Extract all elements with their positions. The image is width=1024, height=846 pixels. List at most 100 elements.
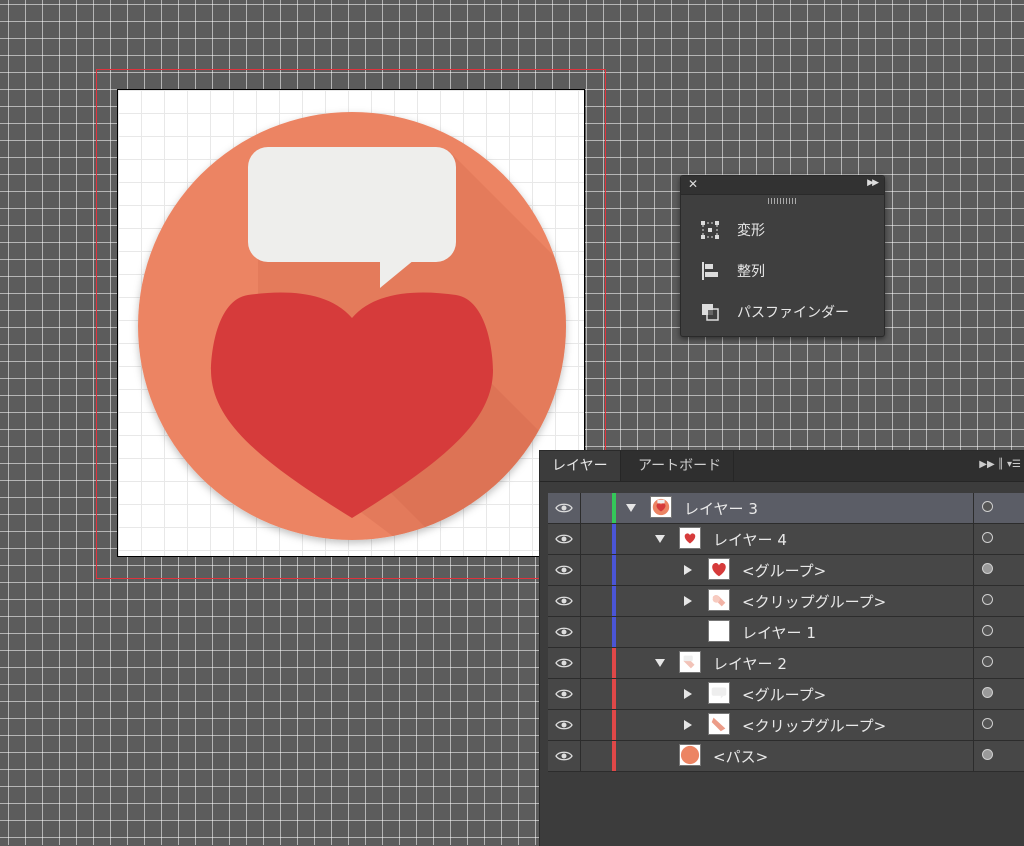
- layer-thumbnail: [708, 682, 730, 704]
- icon-artwork[interactable]: [118, 90, 585, 557]
- lock-toggle[interactable]: [581, 586, 614, 616]
- layer-name[interactable]: <グループ>: [742, 560, 826, 581]
- target-toggle[interactable]: [973, 648, 1024, 678]
- eye-icon: [555, 720, 573, 730]
- layer-color-bar: [612, 679, 616, 709]
- visibility-toggle[interactable]: [548, 586, 581, 616]
- layer-row[interactable]: レイヤー 3: [548, 493, 1024, 524]
- layer-name[interactable]: レイヤー 3: [684, 498, 758, 519]
- visibility-toggle[interactable]: [548, 679, 581, 709]
- lock-toggle[interactable]: [581, 524, 614, 554]
- expand-triangle-icon[interactable]: [684, 720, 692, 730]
- layer-color-bar: [612, 710, 616, 740]
- target-circle-icon: [982, 625, 993, 636]
- layer-row[interactable]: レイヤー 1: [548, 617, 1024, 648]
- layer-thumbnail: [708, 589, 730, 611]
- expand-triangle-icon[interactable]: [684, 596, 692, 606]
- layer-thumbnail: [708, 713, 730, 735]
- lock-toggle[interactable]: [581, 679, 614, 709]
- panel-menu-icon[interactable]: ▶▶ ║ ▾☰: [979, 459, 1021, 470]
- visibility-toggle[interactable]: [548, 493, 581, 523]
- layers-panel[interactable]: レイヤー アートボード ▶▶ ║ ▾☰ レイヤー 3 レイヤー 4 <グループ>…: [539, 450, 1024, 846]
- layer-name[interactable]: <クリップグループ>: [742, 715, 886, 736]
- collapse-triangle-icon[interactable]: [626, 504, 636, 512]
- tab-artboards[interactable]: アートボード: [626, 451, 735, 481]
- layer-thumbnail: [679, 744, 701, 766]
- target-toggle[interactable]: [973, 679, 1024, 709]
- target-toggle[interactable]: [973, 493, 1024, 523]
- layer-thumbnail: [708, 558, 730, 580]
- target-toggle[interactable]: [973, 617, 1024, 647]
- target-circle-icon: [982, 501, 993, 512]
- eye-icon: [555, 534, 573, 544]
- align-button[interactable]: 整列: [699, 258, 765, 284]
- layer-color-bar: [612, 555, 616, 585]
- target-circle-icon: [982, 532, 993, 543]
- layer-name[interactable]: <パス>: [713, 746, 768, 767]
- close-icon[interactable]: ✕: [688, 177, 698, 191]
- visibility-toggle[interactable]: [548, 741, 581, 771]
- visibility-toggle[interactable]: [548, 524, 581, 554]
- layer-row[interactable]: <パス>: [548, 741, 1024, 772]
- expand-triangle-icon[interactable]: [684, 689, 692, 699]
- tab-layers[interactable]: レイヤー: [540, 451, 621, 481]
- target-toggle[interactable]: [973, 741, 1024, 771]
- layer-name[interactable]: <クリップグループ>: [742, 591, 886, 612]
- expand-icon[interactable]: ▶▶: [867, 178, 879, 188]
- visibility-toggle[interactable]: [548, 710, 581, 740]
- target-toggle[interactable]: [973, 555, 1024, 585]
- eye-icon: [555, 689, 573, 699]
- target-circle-icon: [982, 718, 993, 729]
- visibility-toggle[interactable]: [548, 555, 581, 585]
- align-icon: [702, 262, 718, 280]
- target-circle-icon: [982, 594, 993, 605]
- target-circle-icon: [982, 687, 993, 698]
- layer-name[interactable]: レイヤー 4: [713, 529, 787, 550]
- transform-button[interactable]: 変形: [699, 217, 765, 243]
- layer-thumbnail: [708, 620, 730, 642]
- pathfinder-icon: [702, 304, 719, 321]
- transform-label: 変形: [737, 223, 765, 239]
- layer-row[interactable]: <グループ>: [548, 679, 1024, 710]
- layer-color-bar: [612, 586, 616, 616]
- target-circle-icon: [982, 749, 993, 760]
- mini-panel[interactable]: ✕ ▶▶ 変形 整列 パスファインダー: [680, 175, 885, 337]
- layers-panel-tabs: レイヤー アートボード ▶▶ ║ ▾☰: [540, 451, 1024, 482]
- layer-color-bar: [612, 617, 616, 647]
- target-toggle[interactable]: [973, 524, 1024, 554]
- layer-color-bar: [612, 493, 616, 523]
- grip-handle[interactable]: [767, 198, 798, 204]
- layer-thumbnail: [679, 651, 701, 673]
- layer-row[interactable]: <クリップグループ>: [548, 586, 1024, 617]
- layer-thumbnail: [679, 527, 701, 549]
- lock-toggle[interactable]: [581, 555, 614, 585]
- eye-icon: [555, 503, 573, 513]
- visibility-toggle[interactable]: [548, 648, 581, 678]
- eye-icon: [555, 658, 573, 668]
- transform-icon: [701, 221, 719, 239]
- lock-toggle[interactable]: [581, 493, 614, 523]
- collapse-triangle-icon[interactable]: [655, 535, 665, 543]
- layer-row[interactable]: <クリップグループ>: [548, 710, 1024, 741]
- lock-toggle[interactable]: [581, 617, 614, 647]
- layer-row[interactable]: <グループ>: [548, 555, 1024, 586]
- layer-row[interactable]: レイヤー 4: [548, 524, 1024, 555]
- lock-toggle[interactable]: [581, 648, 614, 678]
- artboard[interactable]: [117, 89, 585, 557]
- visibility-toggle[interactable]: [548, 617, 581, 647]
- pathfinder-button[interactable]: パスファインダー: [699, 299, 849, 325]
- layer-name[interactable]: <グループ>: [742, 684, 826, 705]
- align-label: 整列: [737, 264, 765, 280]
- collapse-triangle-icon[interactable]: [655, 659, 665, 667]
- target-toggle[interactable]: [973, 586, 1024, 616]
- expand-triangle-icon[interactable]: [684, 565, 692, 575]
- layer-name[interactable]: レイヤー 1: [742, 622, 816, 643]
- layer-name[interactable]: レイヤー 2: [713, 653, 787, 674]
- target-toggle[interactable]: [973, 710, 1024, 740]
- lock-toggle[interactable]: [581, 741, 614, 771]
- layer-row[interactable]: レイヤー 2: [548, 648, 1024, 679]
- pathfinder-label: パスファインダー: [737, 305, 849, 321]
- lock-toggle[interactable]: [581, 710, 614, 740]
- mini-panel-titlebar[interactable]: ✕ ▶▶: [681, 176, 884, 195]
- target-circle-icon: [982, 563, 993, 574]
